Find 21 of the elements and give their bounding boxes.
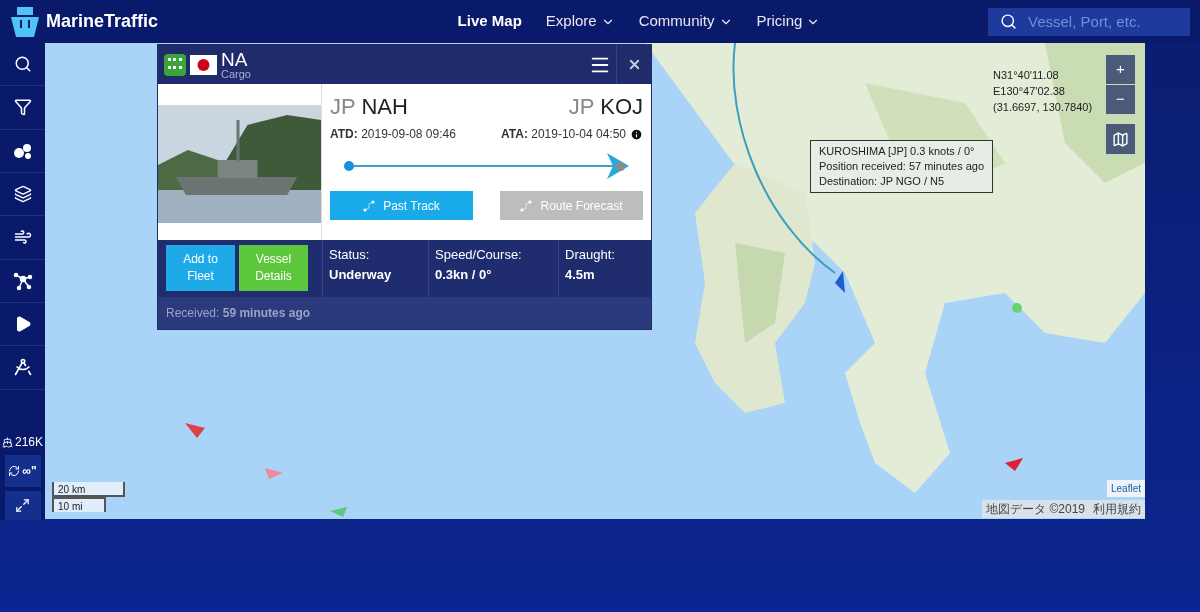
nav-link[interactable]: Live Map (457, 10, 522, 33)
search-icon (1000, 12, 1017, 30)
refresh-icon (8, 464, 21, 477)
nav-link[interactable]: Pricing (756, 10, 821, 33)
nav-link[interactable]: Community (638, 10, 733, 33)
search-icon (13, 55, 32, 74)
vessel-count: 216K (15, 434, 43, 451)
fullscreen-button[interactable] (4, 490, 41, 521)
layers-icon (13, 185, 32, 204)
search-field[interactable]: Vessel, Port, etc. (988, 7, 1190, 36)
ship-logo-icon (8, 4, 42, 39)
nav-link[interactable]: Explore (545, 10, 615, 33)
filter-icon (13, 98, 32, 117)
ship-icon (2, 436, 13, 448)
logo-text: MarineTraffic (46, 10, 159, 33)
network-icon (12, 270, 33, 291)
cluster-icon (12, 141, 33, 160)
fullscreen-icon (15, 497, 30, 513)
compass-icon (12, 357, 33, 378)
wind-icon (13, 228, 32, 247)
refresh-button[interactable]: ∞" (4, 455, 41, 487)
